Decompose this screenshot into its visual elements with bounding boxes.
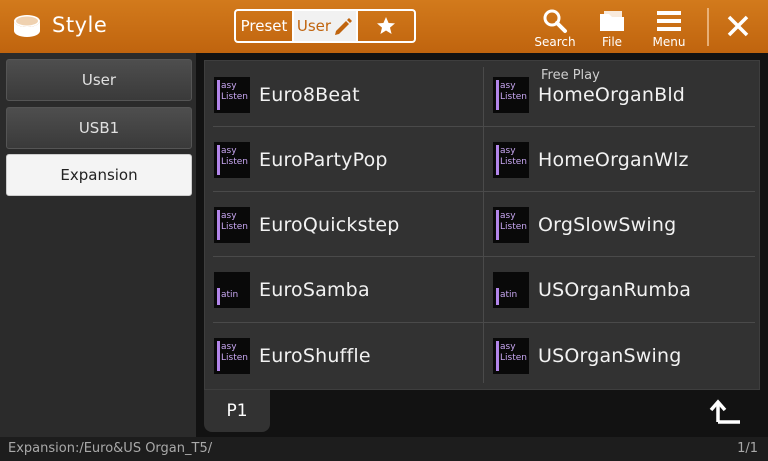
search-label: Search — [534, 35, 576, 49]
style-subtitle: Free Play — [541, 68, 600, 83]
style-name: HomeOrganWlz — [538, 149, 689, 171]
page-title: Style — [52, 13, 108, 37]
latin-icon: atin — [493, 272, 529, 308]
hamburger-icon — [657, 11, 681, 31]
easy-listening-icon: asy Listen — [214, 338, 250, 374]
menu-label: Menu — [652, 35, 686, 49]
pencil-icon — [335, 18, 353, 35]
style-item[interactable]: asy Listen HomeOrganWlz — [484, 128, 760, 192]
style-name: EuroShuffle — [259, 345, 371, 367]
style-item[interactable]: asy Listen USOrganSwing — [484, 324, 760, 388]
sidebar-item-user[interactable]: User — [6, 59, 192, 101]
sidebar-item-expansion[interactable]: Expansion — [6, 154, 192, 196]
user-tab[interactable]: User — [294, 11, 358, 41]
style-name: USOrganRumba — [538, 279, 692, 301]
menu-button[interactable]: Menu — [646, 6, 692, 50]
style-name: EuroPartyPop — [259, 149, 388, 171]
search-icon — [543, 9, 567, 33]
style-item[interactable]: asy Listen EuroPartyPop — [205, 128, 481, 192]
style-name: Euro8Beat — [259, 84, 360, 106]
folder-icon — [600, 11, 624, 31]
style-item[interactable]: asy Listen Euro8Beat — [205, 63, 481, 127]
easy-listening-icon: asy Listen — [493, 338, 529, 374]
sidebar-item-usb1[interactable]: USB1 — [6, 107, 192, 149]
search-button[interactable]: Search — [532, 6, 578, 50]
style-item[interactable]: asy Listen EuroQuickstep — [205, 193, 481, 257]
style-name: USOrganSwing — [538, 345, 682, 367]
latin-icon: atin — [214, 272, 250, 308]
style-name: EuroQuickstep — [259, 214, 400, 236]
folder-up-icon[interactable] — [706, 396, 746, 430]
page-indicator: 1/1 — [737, 441, 758, 456]
easy-listening-icon: asy Listen — [493, 142, 529, 178]
file-label: File — [601, 35, 623, 49]
star-icon — [377, 17, 395, 34]
style-name: OrgSlowSwing — [538, 214, 677, 236]
easy-listening-icon: asy Listen — [214, 142, 250, 178]
easy-listening-icon: asy Listen — [214, 77, 250, 113]
user-tab-label: User — [296, 17, 332, 35]
easy-listening-icon: asy Listen — [493, 77, 529, 113]
easy-listening-icon: asy Listen — [214, 207, 250, 243]
favorite-tab[interactable] — [358, 11, 414, 41]
style-item[interactable]: asy Listen EuroShuffle — [205, 324, 481, 388]
style-grid: asy Listen Euro8Beat Free Play asy Listen … — [204, 60, 760, 390]
preset-tab-label: Preset — [240, 17, 288, 35]
top-bar: Style Preset User Search File Menu — [0, 0, 768, 53]
page-tab-label: P1 — [226, 401, 248, 421]
style-item[interactable]: atin EuroSamba — [205, 258, 481, 322]
style-item[interactable]: asy Listen OrgSlowSwing — [484, 193, 760, 257]
easy-listening-icon: asy Listen — [493, 207, 529, 243]
close-icon[interactable] — [722, 10, 754, 42]
file-button[interactable]: File — [589, 6, 635, 50]
page-tab-p1[interactable]: P1 — [204, 390, 270, 432]
style-drum-icon — [14, 15, 40, 37]
drive-sidebar: User USB1 Expansion — [0, 53, 196, 437]
style-item[interactable]: atin USOrganRumba — [484, 258, 760, 322]
toolbar-divider — [707, 8, 709, 46]
preset-tab[interactable]: Preset — [236, 11, 294, 41]
current-path: Expansion:/Euro&US Organ_T5/ — [8, 441, 213, 456]
style-name: EuroSamba — [259, 279, 370, 301]
status-bar: Expansion:/Euro&US Organ_T5/ 1/1 — [0, 437, 768, 461]
style-browser: asy Listen Euro8Beat Free Play asy Listen … — [196, 53, 768, 437]
style-item[interactable]: Free Play asy Listen HomeOrganBld — [484, 63, 760, 127]
style-name: HomeOrganBld — [538, 84, 686, 106]
row-divider — [213, 322, 755, 323]
category-toggle: Preset User — [234, 9, 416, 43]
